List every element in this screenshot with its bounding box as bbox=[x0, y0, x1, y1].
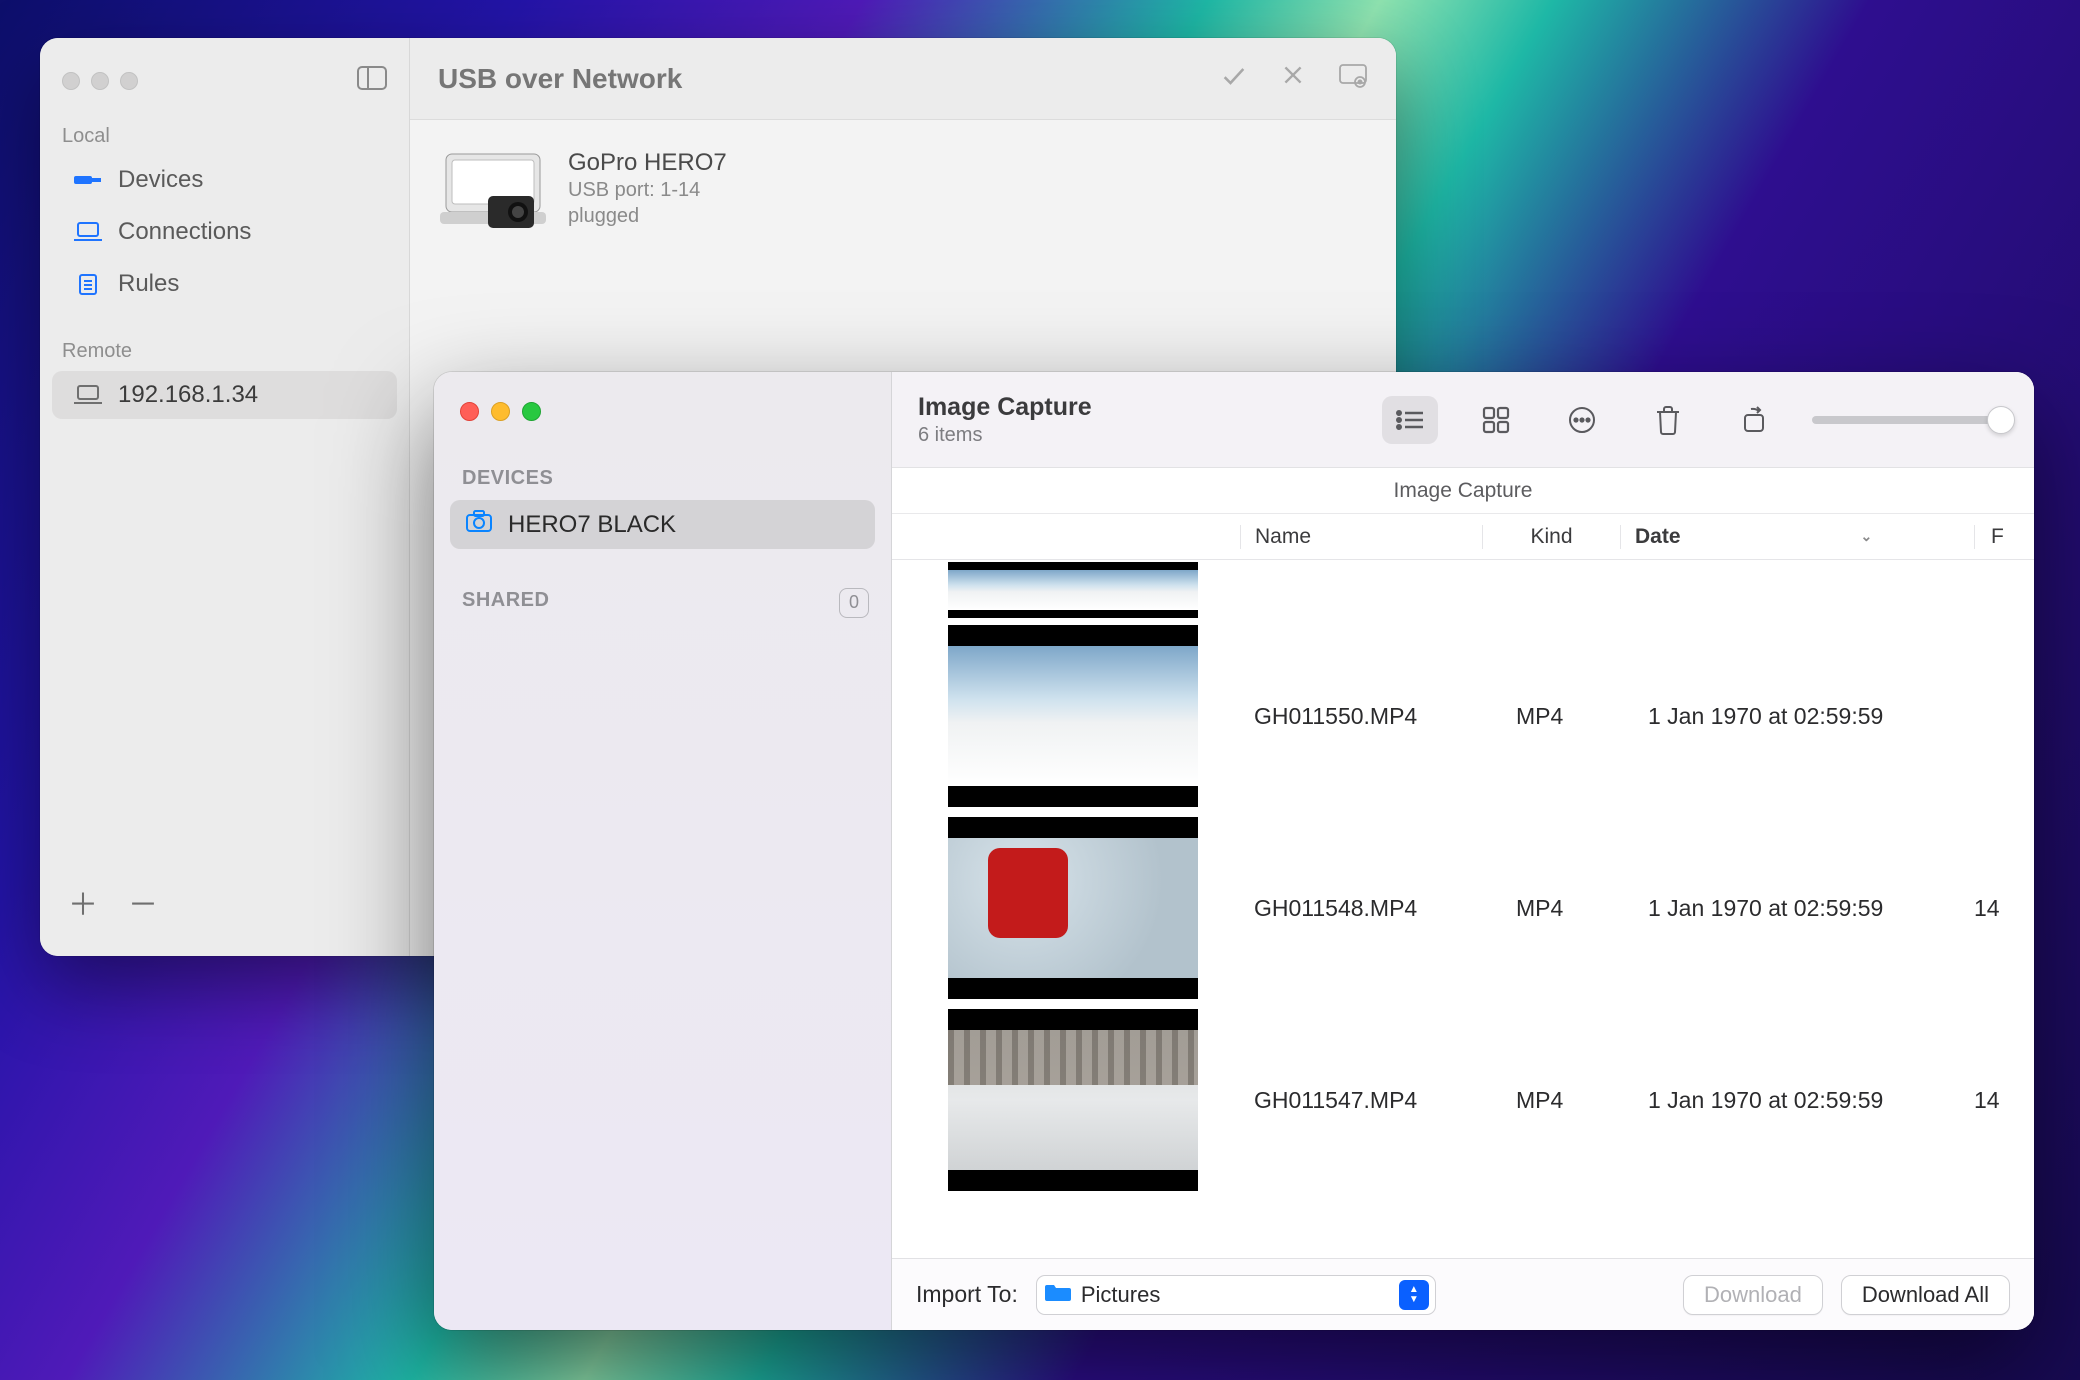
chevron-down-icon: ⌄ bbox=[1861, 528, 1873, 545]
file-name: GH011548.MP4 bbox=[1254, 895, 1496, 922]
table-row[interactable]: GH011547.MP4 MP4 1 Jan 1970 at 02:59:59 … bbox=[892, 1004, 2034, 1196]
device-thumb bbox=[440, 146, 546, 232]
sidebar-section-shared: SHARED bbox=[434, 549, 577, 622]
file-list[interactable]: GH011550.MP4 MP4 1 Jan 1970 at 02:59:59 … bbox=[892, 560, 2034, 1258]
file-name: GH011550.MP4 bbox=[1254, 703, 1496, 730]
sidebar-item-device[interactable]: HERO7 BLACK bbox=[450, 500, 875, 549]
ic-main: Image Capture 6 items Image Ca bbox=[892, 372, 2034, 1330]
list-view-button[interactable] bbox=[1382, 396, 1438, 444]
sidebar-section-devices: DEVICES bbox=[434, 433, 891, 500]
sidebar-item-label: Connections bbox=[118, 218, 251, 246]
import-to-label: Import To: bbox=[916, 1281, 1018, 1308]
import-destination-name: Pictures bbox=[1081, 1282, 1389, 1308]
delete-button[interactable] bbox=[1640, 396, 1696, 444]
column-headers: Name Kind Date ⌄ F bbox=[892, 514, 2034, 560]
download-button[interactable]: Download bbox=[1683, 1275, 1823, 1315]
table-row[interactable]: GH011550.MP4 MP4 1 Jan 1970 at 02:59:59 bbox=[892, 620, 2034, 812]
slider-knob[interactable] bbox=[1987, 406, 2015, 434]
column-header-kind[interactable]: Kind bbox=[1482, 525, 1620, 549]
file-kind: MP4 bbox=[1496, 703, 1634, 730]
sidebar-section-local: Local bbox=[40, 95, 409, 154]
close-icon[interactable] bbox=[1280, 62, 1306, 95]
zoom-window-button[interactable] bbox=[522, 402, 541, 421]
column-header-date[interactable]: Date ⌄ bbox=[1620, 525, 1974, 549]
camera-icon bbox=[466, 510, 492, 539]
grid-view-button[interactable] bbox=[1468, 396, 1524, 444]
ic-sidebar: DEVICES HERO7 BLACK SHARED 0 bbox=[434, 372, 892, 1330]
sidebar-item-label: 192.168.1.34 bbox=[118, 381, 258, 409]
file-thumbnail bbox=[948, 1009, 1198, 1191]
download-all-button[interactable]: Download All bbox=[1841, 1275, 2010, 1315]
add-button[interactable]: ＋ bbox=[68, 880, 98, 924]
shared-count-badge: 0 bbox=[839, 588, 869, 618]
device-status: plugged bbox=[568, 203, 727, 229]
window-controls bbox=[434, 390, 891, 433]
file-thumbnail bbox=[948, 625, 1198, 807]
usb-icon bbox=[74, 169, 102, 191]
subtitle-bar: Image Capture bbox=[892, 468, 2034, 514]
checkmark-icon[interactable] bbox=[1220, 62, 1248, 95]
sidebar-item-devices[interactable]: Devices bbox=[52, 156, 397, 204]
close-window-button[interactable] bbox=[62, 72, 80, 90]
import-destination-select[interactable]: Pictures ▲▼ bbox=[1036, 1275, 1436, 1315]
file-date: 1 Jan 1970 at 02:59:59 bbox=[1634, 895, 1974, 922]
window-title: USB over Network bbox=[438, 63, 682, 95]
file-name: GH011547.MP4 bbox=[1254, 1087, 1496, 1114]
file-kind: MP4 bbox=[1496, 1087, 1634, 1114]
window-title: Image Capture bbox=[918, 393, 1092, 422]
more-options-button[interactable] bbox=[1554, 396, 1610, 444]
file-date: 1 Jan 1970 at 02:59:59 bbox=[1634, 703, 1974, 730]
window-controls bbox=[40, 52, 409, 95]
sidebar-item-connections[interactable]: Connections bbox=[52, 208, 397, 256]
sidebar-item-remote-host[interactable]: 192.168.1.34 bbox=[52, 371, 397, 419]
laptop-icon bbox=[74, 384, 102, 406]
device-settings-icon[interactable] bbox=[1338, 62, 1368, 95]
sidebar-toggle-icon[interactable] bbox=[357, 66, 387, 95]
sidebar-item-label: Devices bbox=[118, 166, 203, 194]
sidebar-item-label: HERO7 BLACK bbox=[508, 511, 676, 539]
close-window-button[interactable] bbox=[460, 402, 479, 421]
device-port: USB port: 1-14 bbox=[568, 177, 727, 203]
column-header-extra[interactable]: F bbox=[1974, 525, 2034, 549]
device-card[interactable]: GoPro HERO7 USB port: 1-14 plugged bbox=[410, 120, 1396, 258]
file-thumbnail bbox=[948, 817, 1198, 999]
image-capture-window: DEVICES HERO7 BLACK SHARED 0 Image Captu… bbox=[434, 372, 2034, 1330]
zoom-window-button[interactable] bbox=[120, 72, 138, 90]
clipboard-icon bbox=[74, 273, 102, 295]
rotate-button[interactable] bbox=[1726, 396, 1782, 444]
usb-titlebar: USB over Network bbox=[410, 38, 1396, 120]
sidebar-item-rules[interactable]: Rules bbox=[52, 260, 397, 308]
table-row[interactable] bbox=[892, 560, 2034, 620]
folder-icon bbox=[1045, 1282, 1071, 1307]
minimize-window-button[interactable] bbox=[91, 72, 109, 90]
sidebar-item-label: Rules bbox=[118, 270, 179, 298]
file-extra: 14 bbox=[1974, 1087, 2034, 1114]
ic-footer: Import To: Pictures ▲▼ Download Download… bbox=[892, 1258, 2034, 1330]
laptop-icon bbox=[74, 221, 102, 243]
remove-button[interactable]: － bbox=[128, 880, 158, 924]
device-info: GoPro HERO7 USB port: 1-14 plugged bbox=[568, 149, 727, 229]
file-kind: MP4 bbox=[1496, 895, 1634, 922]
sidebar-footer: ＋ － bbox=[40, 862, 409, 942]
ic-toolbar: Image Capture 6 items bbox=[892, 372, 2034, 468]
column-header-name[interactable]: Name bbox=[1240, 525, 1482, 549]
file-thumbnail bbox=[948, 562, 1198, 618]
device-name: GoPro HERO7 bbox=[568, 149, 727, 177]
sidebar-section-remote: Remote bbox=[40, 310, 409, 369]
usb-sidebar: Local Devices Connections Rules Remote 1… bbox=[40, 38, 410, 956]
item-count: 6 items bbox=[918, 424, 1092, 447]
dropdown-stepper-icon: ▲▼ bbox=[1399, 1280, 1429, 1310]
thumbnail-size-slider[interactable] bbox=[1812, 416, 2002, 424]
file-date: 1 Jan 1970 at 02:59:59 bbox=[1634, 1087, 1974, 1114]
file-extra: 14 bbox=[1974, 895, 2034, 922]
table-row[interactable]: GH011548.MP4 MP4 1 Jan 1970 at 02:59:59 … bbox=[892, 812, 2034, 1004]
minimize-window-button[interactable] bbox=[491, 402, 510, 421]
